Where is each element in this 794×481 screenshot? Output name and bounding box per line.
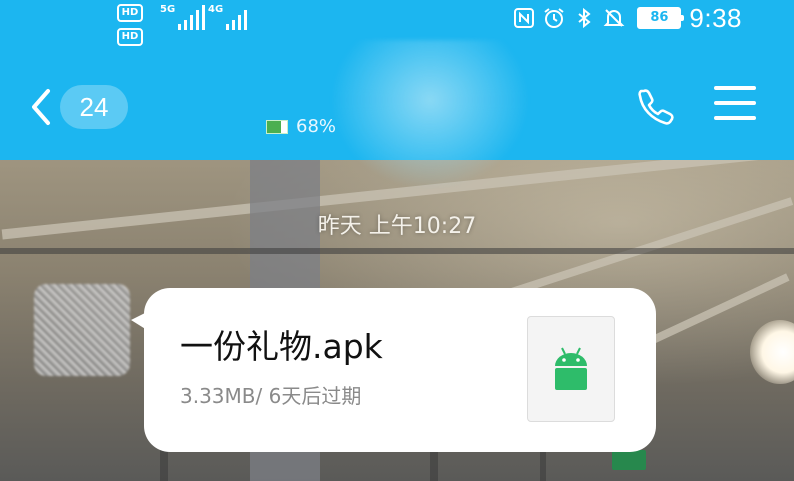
menu-icon-line — [714, 116, 756, 120]
blurred-contact-name — [330, 40, 530, 190]
mute-bell-icon — [603, 7, 625, 29]
hd-badge-sim1: HD — [117, 4, 143, 22]
menu-icon-line — [714, 86, 756, 90]
peer-battery-text: 68% — [296, 116, 337, 137]
battery-icon: 86 — [637, 7, 685, 29]
back-button[interactable]: 24 — [30, 84, 140, 130]
file-message-bubble[interactable]: 一份礼物.apk 3.33MB/ 6天后过期 — [144, 288, 656, 452]
ceiling-frame — [0, 248, 794, 254]
voice-call-button[interactable] — [635, 86, 675, 126]
file-type-thumbnail — [527, 316, 615, 422]
status-time: 9:38 — [689, 2, 742, 33]
peer-battery-status: 68% — [266, 116, 336, 137]
file-size-expiry: 3.33MB/ 6天后过期 — [180, 384, 362, 408]
signal-sim1-icon: 5G — [160, 4, 205, 30]
exit-sign — [612, 450, 646, 470]
alarm-icon — [543, 7, 565, 29]
signal-sim2-icon: 4G — [208, 4, 252, 30]
peer-battery-icon — [266, 119, 288, 134]
menu-icon-line — [714, 101, 756, 105]
android-icon — [555, 347, 587, 390]
sender-avatar[interactable] — [34, 284, 130, 376]
network-type-sim2: 4G — [208, 4, 224, 15]
status-bar-left: HD HD — [117, 4, 143, 52]
menu-button[interactable] — [714, 86, 756, 124]
chevron-left-icon — [32, 89, 50, 125]
phone-icon — [638, 89, 674, 125]
bluetooth-icon — [573, 7, 595, 29]
message-timestamp: 昨天 上午10:27 — [317, 214, 477, 239]
network-type-sim1: 5G — [160, 4, 176, 15]
hd-badge-sim2: HD — [117, 28, 143, 46]
status-bar-right: 86 9:38 — [505, 2, 742, 33]
file-name: 一份礼物.apk — [180, 327, 383, 366]
chat-header: HD HD 5G 4G 86 9:38 24 68% — [0, 0, 794, 190]
nfc-icon — [513, 7, 535, 29]
unread-count-badge: 24 — [60, 85, 128, 129]
